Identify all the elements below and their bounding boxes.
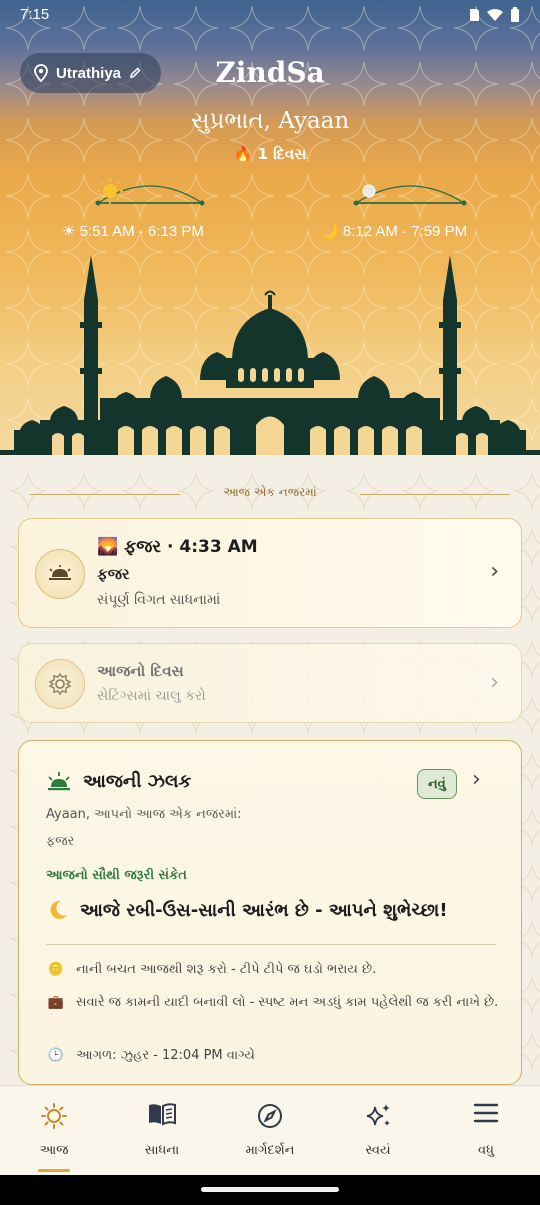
sun-arc-icon xyxy=(95,178,205,206)
active-indicator xyxy=(38,1169,70,1172)
nav-item-more[interactable]: વધુ xyxy=(432,1086,540,1176)
app-title: ZindSa xyxy=(215,56,325,89)
chevron-right-icon: › xyxy=(490,670,499,695)
nav-item-self[interactable]: સ્વયં xyxy=(324,1086,432,1176)
list-item: 🪙 નાની બચત આજથી શરૂ કરો - ટીપે ટીપે જ ઘડ… xyxy=(46,958,506,981)
list-item: 🕒 આગળ: ઝુહર - 12:04 PM વાગ્યે xyxy=(46,1044,506,1067)
status-icons xyxy=(468,7,520,23)
clock-icon: 🕒 xyxy=(47,1048,65,1063)
divider xyxy=(46,944,496,945)
streak-counter: 🔥 1 દિવસ xyxy=(233,145,307,163)
hero-banner: 7:15 Utrathiya ZindSa સુપ્રભાત, Ayaan 🔥 … xyxy=(0,0,540,455)
sunrise-green-icon xyxy=(48,772,70,791)
moon-times: 🌙 8:12 AM · 7:59 PM xyxy=(320,223,468,240)
nav-item-sadhana[interactable]: સાધના xyxy=(108,1086,216,1176)
glimpse-subtitle: Ayaan, આપનો આજ એક નજરમાં: xyxy=(46,807,242,822)
mosque-silhouette xyxy=(0,255,540,455)
wifi-icon xyxy=(487,9,503,21)
today-title: આજનો દિવસ xyxy=(97,662,184,680)
important-text: આજે રબી-ઉસ-સાની આરંભ છે - આપને શુભેચ્છા! xyxy=(80,899,448,921)
nav-label: આજ xyxy=(39,1143,69,1158)
book-icon xyxy=(108,1102,216,1126)
coin-icon: 🪙 xyxy=(47,962,65,977)
section-title: આજ એક નજરમાં xyxy=(223,485,317,499)
nav-label: સાધના xyxy=(144,1143,180,1158)
nav-label: સ્વયં xyxy=(365,1143,391,1158)
briefcase-icon: 💼 xyxy=(47,995,65,1010)
list-item: 💼 સવારે જ કામની યાદી બનાવી લો - સ્પષ્ટ મ… xyxy=(46,991,506,1014)
sun-icon xyxy=(0,1102,108,1130)
battery-icon xyxy=(511,7,519,22)
crescent-moon-icon xyxy=(50,900,67,919)
glimpse-card[interactable]: આજની ઝલક નવું › Ayaan, આપનો આજ એક નજરમાં… xyxy=(18,740,522,1085)
glimpse-title: આજની ઝલક xyxy=(83,771,192,792)
fajr-card[interactable]: 🌄 ફજર · 4:33 AM ફજર સંપૂર્ણ વિગત સાધનામા… xyxy=(18,518,522,628)
chevron-right-icon[interactable]: › xyxy=(472,767,481,792)
greeting-text: સુપ્રભાત, Ayaan xyxy=(190,108,350,134)
menu-icon xyxy=(432,1102,540,1124)
fajr-details-hint: સંપૂર્ણ વિગત સાધનામાં xyxy=(97,592,221,608)
today-card[interactable]: આજનો દિવસ સેટિંગ્સમાં ચાલુ કરો › xyxy=(18,643,522,723)
compass-icon xyxy=(216,1102,324,1130)
next-prayer-text: આગળ: ઝુહર - 12:04 PM વાગ્યે xyxy=(76,1048,255,1063)
sun-times: ☀ 5:51 AM · 6:13 PM xyxy=(62,223,204,240)
sparkles-icon xyxy=(324,1102,432,1130)
sunrise-icon xyxy=(35,549,85,599)
status-time: 7:15 xyxy=(20,6,50,23)
nav-item-guidance[interactable]: માર્ગદર્શન xyxy=(216,1086,324,1176)
nav-item-today[interactable]: આજ xyxy=(0,1086,108,1176)
nav-label: વધુ xyxy=(478,1143,494,1158)
important-message: આજે રબી-ઉસ-સાની આરંભ છે - આપને શુભેચ્છા! xyxy=(46,898,448,922)
bottom-navigation: આજ સાધના માર્ગદર્શન સ્વયં વધુ xyxy=(0,1085,540,1175)
gesture-area xyxy=(0,1175,540,1205)
fajr-name: ફજર xyxy=(97,565,130,583)
gear-icon xyxy=(35,659,85,709)
status-bar: 7:15 xyxy=(0,0,540,32)
tip-text: સવારે જ કામની યાદી બનાવી લો - સ્પષ્ટ મન … xyxy=(76,995,499,1010)
home-gesture-bar[interactable] xyxy=(201,1187,339,1192)
glimpse-prayer: ફજર xyxy=(46,834,75,849)
new-badge: નવું xyxy=(417,769,457,799)
important-label: આજનો સૌથી જરૂરી સંકેત xyxy=(46,868,187,883)
fajr-time: 🌄 ફજર · 4:33 AM xyxy=(97,537,258,557)
tip-text: નાની બચત આજથી શરૂ કરો - ટીપે ટીપે જ ઘડો … xyxy=(76,962,377,977)
today-settings-hint: સેટિંગ્સમાં ચાલુ કરો xyxy=(97,688,206,704)
chevron-right-icon: › xyxy=(490,559,499,584)
nav-label: માર્ગદર્શન xyxy=(245,1143,295,1158)
moon-arc-icon xyxy=(353,184,467,206)
sim-icon xyxy=(470,9,479,21)
